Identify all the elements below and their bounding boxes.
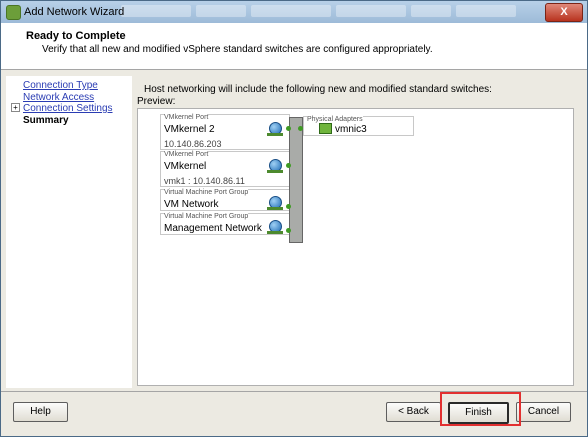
adapter-name: vmnic3: [335, 124, 367, 135]
port-group-vmkernel-2: VMkernel Port VMkernel 2 10.140.86.203: [160, 114, 290, 150]
physical-adapters-label: Physical Adapters: [307, 116, 363, 123]
page-title: Ready to Complete: [26, 30, 126, 42]
switch-preview: VMkernel Port VMkernel 2 10.140.86.203 V…: [137, 108, 574, 386]
preview-label: Preview:: [137, 96, 176, 107]
port-group-network-icon: [267, 159, 283, 173]
background-tab-blur: [251, 5, 331, 17]
port-group-type: VMkernel Port: [164, 114, 209, 121]
wizard-app-icon: [6, 5, 21, 20]
wizard-header: Ready to Complete Verify that all new an…: [1, 23, 587, 70]
step-connection-settings[interactable]: Connection Settings: [23, 103, 113, 114]
wizard-steps-sidebar: Connection Type Network Access + Connect…: [6, 76, 132, 388]
page-subtitle: Verify that all new and modified vSphere…: [42, 44, 433, 55]
wizard-window: Add Network Wizard X Ready to Complete V…: [0, 0, 588, 437]
background-tab-blur: [336, 5, 406, 17]
cancel-button[interactable]: Cancel: [516, 402, 571, 422]
finish-highlight-box: [440, 392, 521, 426]
expand-icon[interactable]: +: [11, 103, 20, 112]
help-button[interactable]: Help: [13, 402, 68, 422]
port-group-type: Virtual Machine Port Group: [164, 189, 249, 196]
port-connector: [286, 228, 291, 233]
title-bar[interactable]: Add Network Wizard X: [1, 1, 587, 23]
port-connector: [286, 204, 291, 209]
window-title: Add Network Wizard: [24, 6, 125, 18]
port-group-type: VMkernel Port: [164, 151, 209, 158]
port-group-ip: 10.140.86.203: [164, 139, 222, 149]
intro-text: Host networking will include the followi…: [144, 84, 492, 95]
background-tab-blur: [411, 5, 451, 17]
port-group-name: VM Network: [164, 199, 219, 210]
wizard-footer: Help < Back Finish Cancel: [1, 391, 587, 436]
port-group-name: VMkernel 2: [164, 124, 215, 135]
step-network-access[interactable]: Network Access: [23, 92, 94, 103]
background-tab-blur: [121, 5, 191, 17]
step-connection-type[interactable]: Connection Type: [23, 80, 98, 91]
step-summary: Summary: [23, 115, 69, 126]
back-button[interactable]: < Back: [386, 402, 441, 422]
vswitch-bar: [289, 117, 303, 243]
port-connector: [286, 126, 291, 131]
port-group-name: VMkernel: [164, 161, 207, 172]
nic-icon: [319, 123, 332, 134]
port-group-network-icon: [267, 220, 283, 234]
port-group-type: Virtual Machine Port Group: [164, 213, 249, 220]
port-group-ip: vmk1 : 10.140.86.11: [164, 176, 245, 186]
port-group-network-icon: [267, 122, 283, 136]
port-connector: [286, 163, 291, 168]
port-group-name: Management Network: [164, 223, 262, 234]
close-icon[interactable]: X: [560, 6, 567, 18]
physical-adapters: Physical Adapters vmnic3: [303, 116, 414, 136]
port-group-management-network: Virtual Machine Port Group Management Ne…: [160, 213, 290, 235]
port-group-vm-network: Virtual Machine Port Group VM Network: [160, 189, 290, 211]
background-tab-blur: [456, 5, 516, 17]
summary-panel: Host networking will include the followi…: [135, 76, 581, 388]
port-group-vmkernel: VMkernel Port VMkernel vmk1 : 10.140.86.…: [160, 151, 290, 187]
close-button[interactable]: X: [545, 3, 583, 22]
port-group-network-icon: [267, 196, 283, 210]
background-tab-blur: [196, 5, 246, 17]
